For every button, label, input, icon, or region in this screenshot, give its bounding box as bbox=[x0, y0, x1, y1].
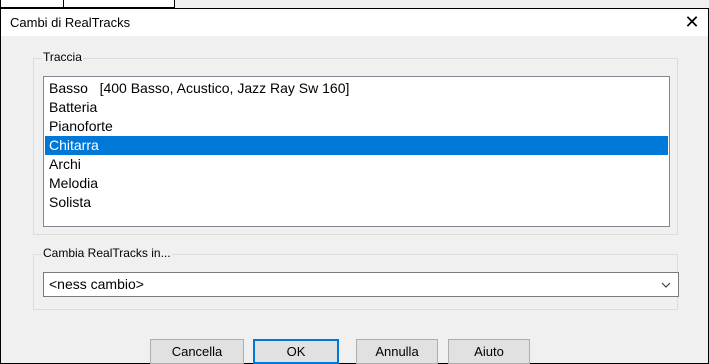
change-group-label: Cambia RealTracks in... bbox=[42, 246, 172, 260]
realtracks-combobox[interactable]: <ness cambio> bbox=[43, 272, 679, 297]
list-item-chitarra[interactable]: Chitarra bbox=[45, 136, 668, 155]
title-bar: Cambi di RealTracks ✕ bbox=[1, 9, 708, 36]
track-listbox[interactable]: Basso [400 Basso, Acustico, Jazz Ray Sw … bbox=[43, 76, 670, 227]
list-item-basso[interactable]: Basso [400 Basso, Acustico, Jazz Ray Sw … bbox=[45, 79, 668, 98]
list-item-pianoforte[interactable]: Pianoforte bbox=[45, 117, 668, 136]
close-icon[interactable]: ✕ bbox=[682, 12, 702, 32]
track-group-label: Traccia bbox=[42, 50, 83, 64]
cancella-button[interactable]: Cancella bbox=[150, 339, 244, 364]
ok-button[interactable]: OK bbox=[253, 339, 339, 364]
list-item-solista[interactable]: Solista bbox=[45, 193, 668, 212]
annulla-button[interactable]: Annulla bbox=[356, 339, 438, 364]
background-window-edge bbox=[0, 0, 175, 8]
combobox-value: <ness cambio> bbox=[49, 276, 144, 292]
aiuto-button[interactable]: Aiuto bbox=[448, 339, 530, 364]
dialog-title: Cambi di RealTracks bbox=[10, 15, 131, 30]
list-item-batteria[interactable]: Batteria bbox=[45, 98, 668, 117]
background-window-divider bbox=[63, 0, 64, 8]
list-item-melodia[interactable]: Melodia bbox=[45, 174, 668, 193]
list-item-archi[interactable]: Archi bbox=[45, 155, 668, 174]
chevron-down-icon[interactable] bbox=[658, 275, 674, 293]
